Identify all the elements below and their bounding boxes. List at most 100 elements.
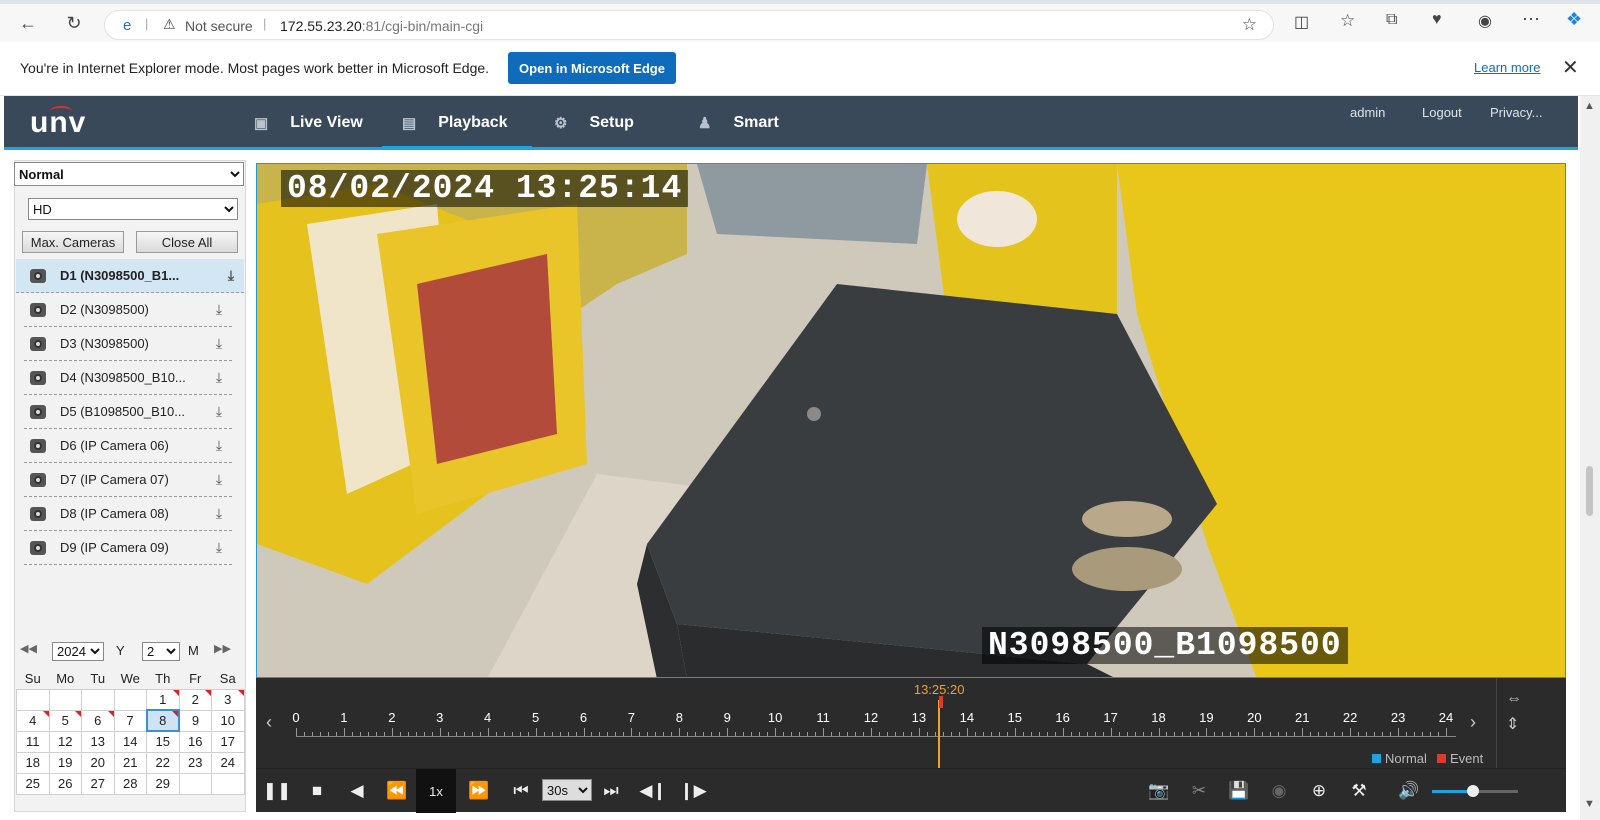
logout-link[interactable]: Logout [1422,105,1462,120]
download-icon[interactable]: ⤓ [210,403,228,420]
calendar-day[interactable]: 16 [178,730,212,753]
volume-icon[interactable]: 🔊 [1394,769,1424,813]
arrow-left-icon[interactable]: ← [12,7,44,39]
favorite-star-icon[interactable]: ☆ [1242,15,1257,35]
calendar-day[interactable]: 1 [146,688,180,711]
zoom-icon[interactable]: ⊕ [1304,769,1334,813]
year-select[interactable]: 2024 [52,642,104,661]
scroll-up-icon[interactable]: ▲ [1584,100,1595,112]
camera-item-d5[interactable]: D5 (B1098500_B10... ⤓ [24,395,232,429]
volume-slider-knob[interactable] [1467,785,1480,797]
url-field[interactable]: e | ⚠ Not secure | 172.55.23.20:81/cgi-b… [104,10,1274,40]
calendar-day[interactable]: 5 [48,709,82,732]
frame-forward-icon[interactable]: ❙▶ [678,769,708,813]
nav-setup[interactable]: ⚙ Setup [554,96,634,150]
snapshot-icon[interactable]: 📷 [1144,769,1174,813]
copilot-icon[interactable]: ❖ [1566,9,1582,30]
download-icon[interactable]: ⤓ [210,301,228,318]
page-scrollbar[interactable]: ▲ ▼ [1580,96,1600,820]
save-icon[interactable]: 💾 [1224,769,1254,813]
collections-icon[interactable]: ⧉ [1386,11,1397,29]
calendar-day[interactable]: 18 [16,751,50,774]
calendar-day[interactable]: 25 [16,772,50,795]
volume-slider-track[interactable] [1432,785,1518,797]
clip-icon[interactable]: ✂ [1184,769,1214,813]
quality-select[interactable]: HD [28,198,238,220]
skip-forward-icon[interactable]: ⏭ [596,769,626,813]
camera-item-d1[interactable]: D1 (N3098500_B1... ⤓ [16,259,244,293]
browser-essentials-icon[interactable]: ♥ [1432,11,1442,29]
user-name[interactable]: admin [1350,105,1385,120]
camera-item-d7[interactable]: D7 (IP Camera 07) ⤓ [24,463,232,497]
favorites-icon[interactable]: ☆ [1340,11,1355,31]
tag-icon[interactable]: ⚒ [1344,769,1374,813]
frame-back-icon[interactable]: ◀❙ [638,769,668,813]
calendar-day[interactable]: 12 [48,730,82,753]
mode-select[interactable]: Normal [14,162,244,186]
download-icon[interactable]: ⤓ [210,437,228,454]
download-icon[interactable]: ⤓ [210,369,228,386]
calendar-day[interactable]: 28 [113,772,147,795]
calendar-day[interactable]: 29 [146,772,180,795]
calendar-day[interactable]: 4 [16,709,50,732]
calendar-day[interactable]: 19 [48,751,82,774]
learn-more-link[interactable]: Learn more [1474,60,1540,75]
calendar-day[interactable]: 9 [178,709,212,732]
calendar-day[interactable]: 11 [16,730,50,753]
camera-item-d4[interactable]: D4 (N3098500_B10... ⤓ [24,361,232,395]
zoom-out-icon[interactable]: ⇕ [1506,714,1519,734]
download-icon[interactable]: ⤓ [210,539,228,556]
playback-timeline[interactable]: ‹ › 0 1 2 3 4 5 6 7 8 9 10 11 12 13 14 15 16 17 18 19 20 21 22… [256,678,1566,768]
scroll-down-icon[interactable]: ▼ [1584,798,1595,810]
calendar-day[interactable]: 2 [178,688,212,711]
calendar-day[interactable]: 15 [146,730,180,753]
calendar-day[interactable]: 3 [211,688,245,711]
close-all-button[interactable]: Close All [136,231,238,253]
more-options-icon[interactable]: ⋯ [1522,9,1540,30]
camera-item-d8[interactable]: D8 (IP Camera 08) ⤓ [24,497,232,531]
open-in-edge-button[interactable]: Open in Microsoft Edge [508,52,676,84]
camera-item-d9[interactable]: D9 (IP Camera 09) ⤓ [24,531,232,565]
calendar-day[interactable]: 21 [113,751,147,774]
close-icon[interactable]: ✕ [1562,55,1579,80]
stop-icon[interactable]: ■ [302,769,332,813]
split-screen-icon[interactable]: ◫ [1294,12,1309,32]
zoom-in-icon[interactable]: ⇔ [1506,690,1522,708]
slow-down-icon[interactable]: ⏪ [382,769,412,813]
calendar-day[interactable]: 26 [48,772,82,795]
timeline-next-icon[interactable]: › [1470,712,1476,733]
calendar-day[interactable]: 27 [81,772,115,795]
calendar-day[interactable]: 13 [81,730,115,753]
scroll-thumb[interactable] [1586,466,1593,516]
speed-up-icon[interactable]: ⏩ [464,769,494,813]
pause-icon[interactable]: ❚❚ [262,769,292,813]
nav-smart[interactable]: ♟ Smart [698,96,779,150]
interval-select[interactable]: 30s [542,779,592,801]
ie-mode-toggle-icon[interactable]: ◉ [1478,11,1492,31]
security-label[interactable]: Not secure [185,18,253,34]
skip-back-icon[interactable]: ⏮ [506,769,536,813]
calendar-day[interactable]: 7 [113,709,147,732]
calendar-day[interactable]: 10 [211,709,245,732]
ie-mode-icon[interactable]: e [123,17,131,34]
prev-year-icon[interactable]: ◀◀ [20,642,37,655]
privacy-link[interactable]: Privacy... [1490,105,1543,120]
calendar-day[interactable]: 17 [211,730,245,753]
max-cameras-button[interactable]: Max. Cameras [22,231,124,253]
calendar-day[interactable]: 20 [81,751,115,774]
calendar-day[interactable]: 6 [81,709,115,732]
download-icon[interactable]: ⤓ [210,471,228,488]
calendar-day[interactable]: 22 [146,751,180,774]
nav-playback[interactable]: ▤ Playback [402,96,508,150]
refresh-icon[interactable]: ↻ [58,7,90,39]
url-text[interactable]: 172.55.23.20:81/cgi-bin/main-cgi [280,18,483,34]
calendar-day[interactable]: 23 [178,751,212,774]
timeline-prev-icon[interactable]: ‹ [266,712,272,733]
download-icon[interactable]: ⤓ [222,267,240,284]
next-month-icon[interactable]: ▶▶ [214,642,231,655]
play-reverse-icon[interactable]: ◀ [342,769,372,813]
video-player[interactable]: 08/02/2024 13:25:14 N3098500_B1098500 [256,163,1566,678]
camera-item-d3[interactable]: D3 (N3098500) ⤓ [24,327,232,361]
download-icon[interactable]: ⤓ [210,335,228,352]
camera-item-d6[interactable]: D6 (IP Camera 06) ⤓ [24,429,232,463]
